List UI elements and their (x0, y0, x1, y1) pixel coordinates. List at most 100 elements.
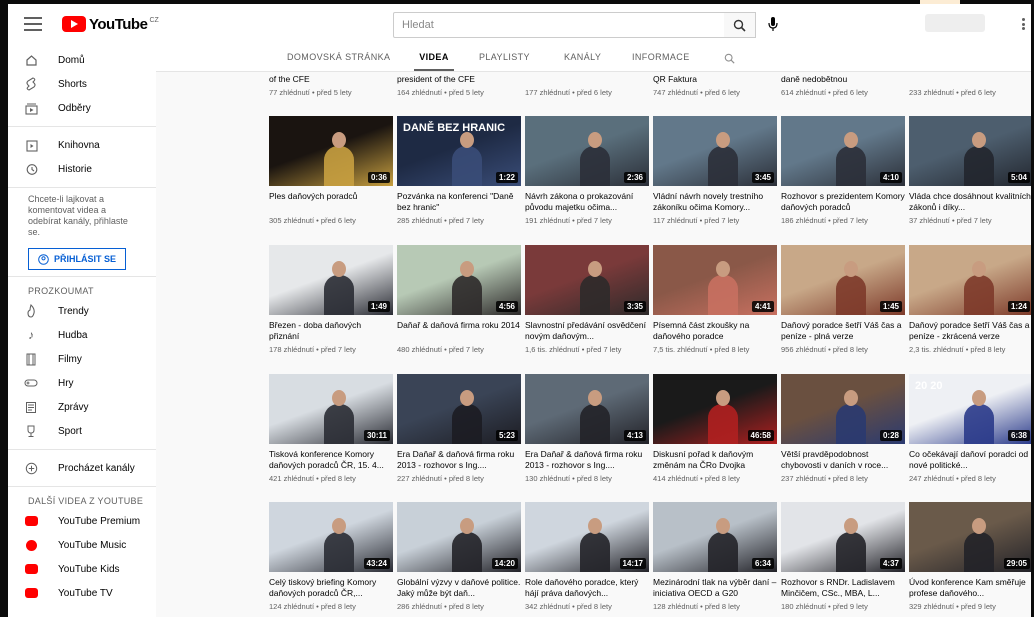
tab-playlists[interactable]: PLAYLISTY (479, 44, 530, 71)
search-button[interactable] (724, 12, 756, 38)
video-title[interactable]: Rozhovor s prezidentem Komory daňových p… (781, 191, 905, 213)
video-title[interactable]: Era Daňař & daňová firma roku 2013 - roz… (397, 449, 521, 471)
video-title[interactable]: Písemná část zkoušky na daňového poradce (653, 320, 777, 342)
sidebar-item-home[interactable]: Domů (8, 48, 156, 72)
video-title[interactable]: Role daňového poradce, který hájí práva … (525, 577, 649, 599)
search-input[interactable]: Hledat (393, 12, 725, 38)
video-card[interactable]: 43:24 Celý tiskový briefing Komory daňový… (269, 502, 393, 611)
video-card[interactable]: 1:49 Březen - doba daňových přiznání 178 z… (269, 245, 393, 354)
sidebar-item-youtube-premium[interactable]: YouTube Premium (8, 509, 156, 533)
video-card[interactable]: 1:45 Daňový poradce šetří Váš čas a peníz… (781, 245, 905, 354)
video-thumbnail[interactable]: 43:24 (269, 502, 393, 572)
channel-search-icon[interactable] (724, 51, 735, 69)
tab-home[interactable]: DOMOVSKÁ STRÁNKA (287, 44, 390, 71)
video-title[interactable]: Ples daňových poradců (269, 191, 393, 213)
menu-icon[interactable] (24, 17, 42, 31)
video-card[interactable]: 0:36 Ples daňových poradců 305 zhlédnutí •… (269, 116, 393, 225)
video-card[interactable]: 6:34 Mezinárodní tlak na výběr daní – ini… (653, 502, 777, 611)
sidebar-item-sport[interactable]: Sport (8, 419, 156, 443)
sidebar-item-shorts[interactable]: Shorts (8, 72, 156, 96)
video-thumbnail[interactable]: DANĚ BEZ HRANIC 1:22 (397, 116, 521, 186)
video-card[interactable]: 2:36 Návrh zákona o prokazování původu ma… (525, 116, 649, 225)
video-card[interactable]: 29:05 Úvod konference Kam směřuje profese… (909, 502, 1031, 611)
video-card[interactable]: DANĚ BEZ HRANIC 1:22 Pozvánka na konferenc… (397, 116, 521, 225)
video-title[interactable]: Návrh zákona o prokazování původu majetk… (525, 191, 649, 213)
video-title[interactable]: Vláda chce dosáhnout kvalitních zákonů i… (909, 191, 1031, 213)
video-title[interactable]: Era Daňař & daňová firma roku 2013 - roz… (525, 449, 649, 471)
video-thumbnail[interactable]: 0:36 (269, 116, 393, 186)
video-title[interactable]: Globální výzvy v daňové politice. Jaký m… (397, 577, 521, 599)
video-card[interactable]: 5:23 Era Daňař & daňová firma roku 2013 -… (397, 374, 521, 483)
video-title[interactable]: Tisková konference Komory daňových porad… (269, 449, 393, 471)
video-card[interactable]: 3:45 Vládní návrh novely trestního zákoní… (653, 116, 777, 225)
video-title[interactable] (525, 74, 649, 85)
video-title[interactable]: QR Faktura (653, 74, 777, 85)
sidebar-item-youtube-music[interactable]: YouTube Music (8, 533, 156, 557)
video-title[interactable]: Daňový poradce šetří Váš čas a peníze - … (781, 320, 905, 342)
microphone-icon[interactable] (766, 17, 780, 33)
tab-videos[interactable]: VIDEA (414, 44, 454, 71)
video-title[interactable]: Daňový poradce šetří Váš čas a peníze - … (909, 320, 1031, 342)
video-card[interactable]: 14:17 Role daňového poradce, který hájí p… (525, 502, 649, 611)
video-title[interactable]: president of the CFE (397, 74, 521, 85)
tab-about[interactable]: INFORMACE (632, 44, 690, 71)
video-card[interactable]: 4:10 Rozhovor s prezidentem Komory daňový… (781, 116, 905, 225)
video-thumbnail[interactable]: 2:36 (525, 116, 649, 186)
video-card[interactable]: QR Faktura 747 zhlédnutí • před 6 lety (653, 74, 777, 97)
video-thumbnail[interactable]: 1:45 (781, 245, 905, 315)
video-card[interactable]: 4:13 Era Daňař & daňová firma roku 2013 -… (525, 374, 649, 483)
video-card[interactable]: 5:04 Vláda chce dosáhnout kvalitních záko… (909, 116, 1031, 225)
video-thumbnail[interactable]: 5:04 (909, 116, 1031, 186)
video-thumbnail[interactable]: 1:49 (269, 245, 393, 315)
video-card[interactable]: 30:11 Tisková konference Komory daňových … (269, 374, 393, 483)
video-thumbnail[interactable]: 20 20 6:38 (909, 374, 1031, 444)
sidebar-item-history[interactable]: Historie (8, 157, 156, 181)
video-card[interactable]: of the CFE 77 zhlédnutí • před 5 lety (269, 74, 393, 97)
video-card[interactable]: 4:37 Rozhovor s RNDr. Ladislavem Minčičem… (781, 502, 905, 611)
video-thumbnail[interactable]: 1:24 (909, 245, 1031, 315)
video-thumbnail[interactable]: 14:20 (397, 502, 521, 572)
video-thumbnail[interactable]: 29:05 (909, 502, 1031, 572)
video-title[interactable]: Rozhovor s RNDr. Ladislavem Minčičem, CS… (781, 577, 905, 599)
sidebar-item-films[interactable]: Filmy (8, 347, 156, 371)
sidebar-item-youtube-tv[interactable]: YouTube TV (8, 581, 156, 605)
video-thumbnail[interactable]: 3:35 (525, 245, 649, 315)
more-vert-icon[interactable] (1022, 18, 1025, 30)
video-thumbnail[interactable]: 30:11 (269, 374, 393, 444)
video-thumbnail[interactable]: 46:58 (653, 374, 777, 444)
video-title[interactable]: Větší pravděpodobnost chybovosti v daníc… (781, 449, 905, 471)
video-title[interactable]: Co očekávají daňoví poradci od nové poli… (909, 449, 1031, 471)
video-title[interactable]: Březen - doba daňových přiznání (269, 320, 393, 342)
video-card[interactable]: 46:58 Diskusní pořad k daňovým změnám na … (653, 374, 777, 483)
signin-button[interactable]: PŘIHLÁSIT SE (28, 248, 126, 270)
video-title[interactable]: Daňař & daňová firma roku 2014 (397, 320, 521, 342)
video-title[interactable]: of the CFE (269, 74, 393, 85)
video-title[interactable]: Pozvánka na konferenci "Daně bez hranic" (397, 191, 521, 213)
video-title[interactable]: Úvod konference Kam směřuje profese daňo… (909, 577, 1031, 599)
account-area[interactable] (925, 14, 985, 32)
video-thumbnail[interactable]: 4:10 (781, 116, 905, 186)
video-card[interactable]: 4:41 Písemná část zkoušky na daňového por… (653, 245, 777, 354)
video-thumbnail[interactable]: 0:28 (781, 374, 905, 444)
tab-channels[interactable]: KANÁLY (564, 44, 601, 71)
video-thumbnail[interactable]: 4:13 (525, 374, 649, 444)
video-thumbnail[interactable]: 4:41 (653, 245, 777, 315)
video-thumbnail[interactable]: 4:37 (781, 502, 905, 572)
sidebar-item-gaming[interactable]: Hry (8, 371, 156, 395)
video-title[interactable]: daně nedobětnou (781, 74, 905, 85)
video-card[interactable]: 177 zhlédnutí • před 6 lety (525, 74, 649, 97)
video-card[interactable]: 14:20 Globální výzvy v daňové politice. J… (397, 502, 521, 611)
video-thumbnail[interactable]: 5:23 (397, 374, 521, 444)
video-title[interactable] (909, 74, 1031, 85)
sidebar-item-browse-channels[interactable]: Procházet kanály (8, 456, 156, 480)
video-card[interactable]: 3:35 Slavnostní předávání osvědčení novým… (525, 245, 649, 354)
video-title[interactable]: Celý tiskový briefing Komory daňových po… (269, 577, 393, 599)
video-card[interactable]: 4:56 Daňař & daňová firma roku 2014 480 zh… (397, 245, 521, 354)
sidebar-item-youtube-kids[interactable]: YouTube Kids (8, 557, 156, 581)
video-title[interactable]: Mezinárodní tlak na výběr daní – iniciat… (653, 577, 777, 599)
video-card[interactable]: 233 zhlédnutí • před 6 lety (909, 74, 1031, 97)
sidebar-item-trending[interactable]: Trendy (8, 299, 156, 323)
video-thumbnail[interactable]: 6:34 (653, 502, 777, 572)
video-thumbnail[interactable]: 3:45 (653, 116, 777, 186)
video-title[interactable]: Diskusní pořad k daňovým změnám na ČRo D… (653, 449, 777, 471)
